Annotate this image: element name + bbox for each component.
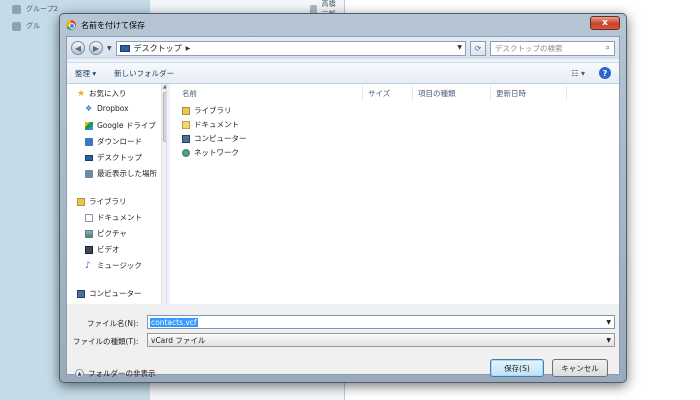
address-row: ◀ ▶ ▼ デスクトップ ▶ ▼ ⟳ デスクトップの検索 ⌕ xyxy=(67,37,619,59)
library-icon xyxy=(77,197,85,206)
new-folder-button[interactable]: 新しいフォルダー xyxy=(114,68,174,79)
nav-item-recent-places[interactable]: 最近表示した場所 xyxy=(85,168,157,179)
column-header-date[interactable]: 更新日時 xyxy=(496,88,526,99)
dialog-titlebar[interactable]: 名前を付けて保存 x xyxy=(60,14,626,36)
dialog-title: 名前を付けて保存 xyxy=(81,20,145,30)
nav-item-libraries[interactable]: ライブラリ xyxy=(77,196,127,207)
nav-item-favorites[interactable]: ★ お気に入り xyxy=(77,88,127,99)
help-icon[interactable]: ? xyxy=(599,67,611,79)
organize-button[interactable]: 整理 ▾ xyxy=(75,68,96,79)
user-folder-icon xyxy=(182,120,190,129)
address-location[interactable]: デスクトップ xyxy=(134,43,182,54)
nav-item-music[interactable]: ♪ ミュージック xyxy=(85,260,142,271)
scrollbar-thumb[interactable] xyxy=(163,92,166,142)
file-item-network[interactable]: ネットワーク xyxy=(182,147,239,158)
column-separator[interactable] xyxy=(490,86,491,100)
save-as-dialog: 名前を付けて保存 x ◀ ▶ ▼ デスクトップ ▶ ▼ ⟳ デスクトップの検索 … xyxy=(59,13,627,383)
nav-item-dropbox[interactable]: ❖ Dropbox xyxy=(85,104,129,113)
network-icon xyxy=(182,148,190,157)
nav-item-videos[interactable]: ビデオ xyxy=(85,244,120,255)
column-header-name[interactable]: 名前 xyxy=(182,88,197,99)
navigation-pane: ★ お気に入り ❖ Dropbox Google ドライブ ダウンロード デスク… xyxy=(67,84,167,304)
column-separator[interactable] xyxy=(362,86,363,100)
close-button[interactable]: x xyxy=(590,16,620,30)
nav-item-computer[interactable]: コンピューター xyxy=(77,288,142,299)
forward-button[interactable]: ▶ xyxy=(89,41,103,55)
desktop-icon xyxy=(119,44,130,52)
google-drive-icon xyxy=(85,121,93,130)
scroll-up-icon[interactable]: ▲ xyxy=(163,84,166,90)
dialog-body: ◀ ▶ ▼ デスクトップ ▶ ▼ ⟳ デスクトップの検索 ⌕ 整理 ▾ 新しいフ… xyxy=(66,36,620,378)
file-item-computer[interactable]: コンピューター xyxy=(182,133,247,144)
downloads-icon xyxy=(85,137,93,146)
address-bar[interactable]: デスクトップ ▶ ▼ xyxy=(115,40,466,56)
dropbox-icon: ❖ xyxy=(85,103,93,113)
refresh-button[interactable]: ⟳ xyxy=(470,40,486,56)
search-input[interactable]: デスクトップの検索 ⌕ xyxy=(490,40,615,56)
desktop-icon xyxy=(85,154,93,161)
filename-label: ファイル名(N): xyxy=(87,319,139,328)
computer-icon xyxy=(182,134,190,143)
filetype-dropdown-icon[interactable]: ▼ xyxy=(606,337,611,344)
address-dropdown-icon[interactable]: ▼ xyxy=(457,44,462,51)
save-form: ファイル名(N): contacts.vcf ▼ ファイルの種類(T): vCa… xyxy=(67,305,619,378)
nav-item-desktop[interactable]: デスクトップ xyxy=(85,152,142,163)
group-icon xyxy=(12,4,21,14)
back-button[interactable]: ◀ xyxy=(71,41,85,55)
computer-icon xyxy=(77,289,85,298)
nav-item-documents[interactable]: ドキュメント xyxy=(85,212,142,223)
column-separator[interactable] xyxy=(412,86,413,100)
pictures-icon xyxy=(85,229,93,238)
recent-places-icon xyxy=(85,169,93,178)
cancel-button[interactable]: キャンセル xyxy=(552,359,608,377)
nav-item-google-drive[interactable]: Google ドライブ xyxy=(85,120,156,131)
star-icon: ★ xyxy=(77,88,86,99)
column-separator[interactable] xyxy=(566,86,567,100)
group-icon xyxy=(12,21,21,31)
hide-folders-toggle[interactable]: ▲ フォルダーの非表示 xyxy=(75,368,156,379)
column-header-size[interactable]: サイズ xyxy=(368,88,390,99)
search-icon: ⌕ xyxy=(605,43,610,52)
column-header-type[interactable]: 項目の種類 xyxy=(418,88,456,99)
file-item-libraries[interactable]: ライブラリ xyxy=(182,105,232,116)
filename-value[interactable]: contacts.vcf xyxy=(150,317,198,327)
nav-scrollbar[interactable]: ▲ xyxy=(161,84,166,304)
nav-item-pictures[interactable]: ピクチャ xyxy=(85,228,127,239)
chrome-icon xyxy=(66,20,76,30)
command-toolbar: 整理 ▾ 新しいフォルダー ☷ ▾ ? xyxy=(67,62,619,84)
filename-input[interactable]: contacts.vcf ▼ xyxy=(147,315,615,329)
history-dropdown-icon[interactable]: ▼ xyxy=(107,45,112,52)
change-view-icon[interactable]: ☷ ▾ xyxy=(571,69,585,78)
filetype-select[interactable]: vCard ファイル ▼ xyxy=(147,333,615,347)
file-list-pane: 名前 サイズ 項目の種類 更新日時 ライブラリ ドキュメント コンピューター ネ… xyxy=(170,84,619,304)
filetype-label: ファイルの種類(T): xyxy=(73,337,139,346)
file-item-documents[interactable]: ドキュメント xyxy=(182,119,239,130)
save-button[interactable]: 保存(S) xyxy=(490,359,544,377)
documents-icon xyxy=(85,213,93,222)
nav-item-downloads[interactable]: ダウンロード xyxy=(85,136,142,147)
background-group-item[interactable]: グル xyxy=(12,19,40,33)
background-group-item[interactable]: グループ2 xyxy=(12,2,58,16)
library-icon xyxy=(182,106,190,115)
music-icon: ♪ xyxy=(85,260,91,271)
videos-icon xyxy=(85,245,93,254)
filename-dropdown-icon[interactable]: ▼ xyxy=(606,319,611,326)
chevron-up-icon: ▲ xyxy=(75,369,84,378)
breadcrumb-arrow-icon[interactable]: ▶ xyxy=(186,45,191,52)
